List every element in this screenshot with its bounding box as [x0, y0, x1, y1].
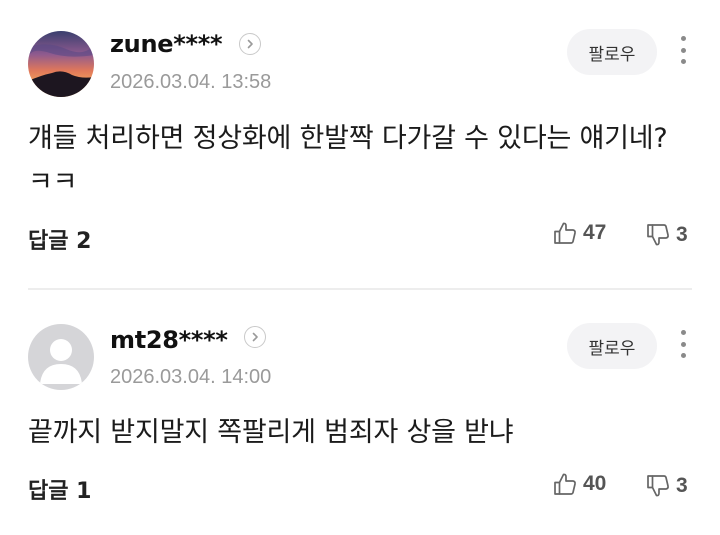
comment-item: zune**** 2026.03.04. 13:58 팔로우 걔들 처리하면 정… [0, 0, 720, 288]
comment-text: 걔들 처리하면 정상화에 한발짝 다가갈 수 있다는 얘기네? ㅋㅋ [28, 123, 668, 198]
more-dot-icon [680, 353, 686, 358]
dislike-count: 3 [676, 474, 688, 497]
more-dot-icon [680, 330, 686, 335]
username[interactable]: zune**** [110, 30, 223, 58]
avatar[interactable] [28, 324, 94, 390]
more-dot-icon [680, 341, 686, 347]
more-dot-icon [680, 36, 686, 41]
profile-chevron-button[interactable] [244, 326, 266, 348]
dislike-count: 3 [676, 223, 688, 246]
sunset-avatar-image [28, 31, 94, 97]
like-button[interactable]: 47 [552, 220, 606, 246]
chevron-right-icon [247, 39, 253, 49]
avatar[interactable] [28, 31, 94, 97]
comment-item: mt28**** 2026.03.04. 14:00 팔로우 끝까지 받지말지 … [0, 290, 720, 535]
like-count: 40 [583, 472, 607, 495]
more-options-button[interactable] [671, 32, 695, 68]
reply-count-link[interactable]: 답글 1 [28, 473, 91, 505]
chevron-right-icon [252, 332, 258, 342]
dislike-button[interactable]: 3 [645, 222, 688, 248]
timestamp: 2026.03.04. 13:58 [110, 71, 272, 93]
more-options-button[interactable] [671, 326, 695, 362]
thumbs-up-icon [554, 473, 576, 495]
more-dot-icon [680, 47, 686, 53]
default-user-icon [28, 324, 94, 390]
follow-button[interactable]: 팔로우 [567, 29, 657, 75]
thumbs-down-icon [647, 475, 669, 497]
username[interactable]: mt28**** [110, 326, 228, 354]
timestamp: 2026.03.04. 14:00 [110, 366, 272, 388]
thumbs-up-icon [554, 222, 576, 244]
reply-count-link[interactable]: 답글 2 [28, 223, 91, 255]
like-count: 47 [583, 221, 607, 244]
dislike-button[interactable]: 3 [645, 473, 688, 499]
more-dot-icon [680, 59, 686, 64]
like-button[interactable]: 40 [552, 471, 606, 497]
profile-chevron-button[interactable] [239, 33, 261, 55]
comment-text: 끝까지 받지말지 쪽팔리게 범죄자 상을 받냐 [28, 417, 514, 448]
follow-button[interactable]: 팔로우 [567, 323, 657, 369]
thumbs-down-icon [647, 224, 669, 246]
